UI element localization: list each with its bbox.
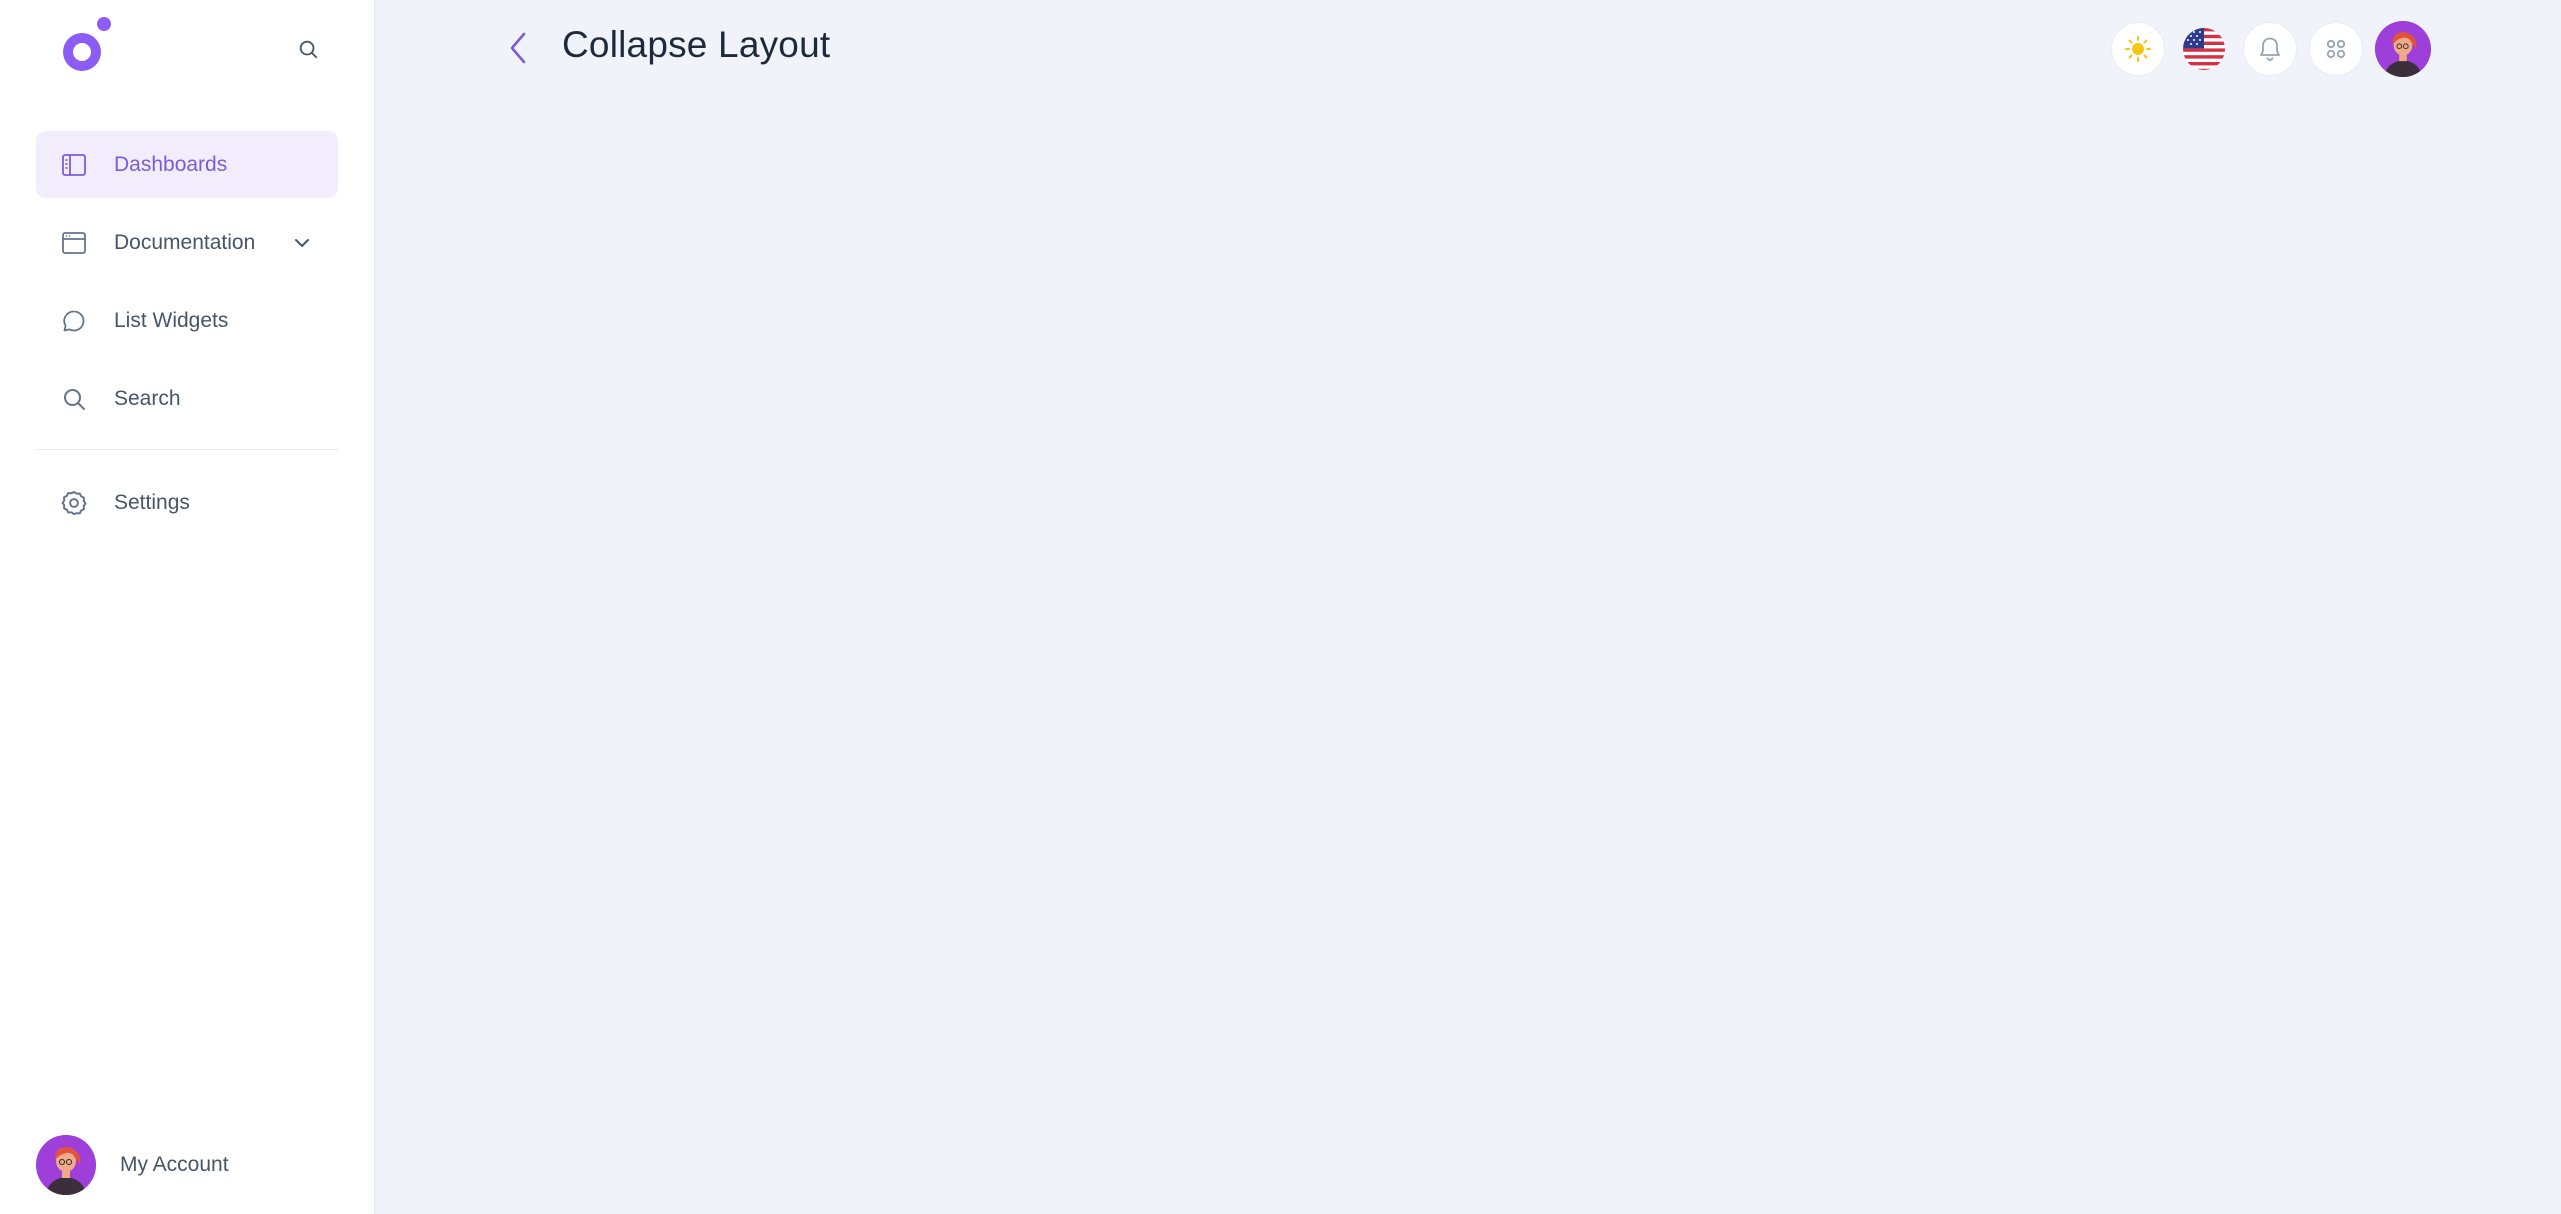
page-title: Collapse Layout: [562, 24, 831, 65]
sidebar-item-search[interactable]: Search: [36, 365, 338, 432]
sidebar-item-list-widgets[interactable]: List Widgets: [36, 287, 338, 354]
brand-logo[interactable]: [52, 14, 116, 78]
chevron-left-icon: [508, 31, 528, 65]
sun-icon: [2124, 35, 2152, 63]
sidebar-item-dashboards[interactable]: Dashboards: [36, 131, 338, 198]
sidebar-item-settings[interactable]: Settings: [36, 469, 338, 536]
sidebar: Dashboards Documentation List Widgets Se…: [0, 0, 375, 1214]
chat-bubble-icon: [61, 308, 87, 334]
sidebar-divider: [36, 449, 338, 450]
sidebar-nav-secondary: Settings: [36, 469, 338, 547]
grid-icon: [2325, 38, 2347, 60]
sidebar-item-documentation[interactable]: Documentation: [36, 209, 338, 276]
browser-window-icon: [61, 230, 87, 256]
bell-icon: [2258, 36, 2282, 62]
theme-toggle-button[interactable]: [2111, 22, 2165, 76]
my-account[interactable]: My Account: [36, 1135, 229, 1195]
account-label: My Account: [120, 1153, 229, 1176]
user-avatar-button[interactable]: [2375, 21, 2431, 77]
sidebar-item-label: Dashboards: [114, 152, 228, 176]
us-flag-icon: [2182, 27, 2226, 71]
apps-button[interactable]: [2309, 22, 2363, 76]
avatar: [36, 1135, 96, 1195]
header-actions: [2111, 21, 2431, 77]
sidebar-item-label: Settings: [114, 490, 190, 514]
search-icon: [61, 386, 87, 412]
notifications-button[interactable]: [2243, 22, 2297, 76]
sidebar-item-label: Documentation: [114, 230, 256, 254]
sidebar-item-label: List Widgets: [114, 308, 229, 332]
language-button[interactable]: [2177, 22, 2231, 76]
sidebar-nav: Dashboards Documentation List Widgets Se…: [36, 131, 338, 443]
search-icon[interactable]: [292, 33, 324, 65]
sidebar-layout-icon: [61, 152, 87, 178]
gear-icon: [61, 490, 87, 516]
chevron-down-icon[interactable]: [292, 233, 312, 253]
sidebar-item-label: Search: [114, 386, 181, 410]
back-button[interactable]: [500, 28, 536, 68]
